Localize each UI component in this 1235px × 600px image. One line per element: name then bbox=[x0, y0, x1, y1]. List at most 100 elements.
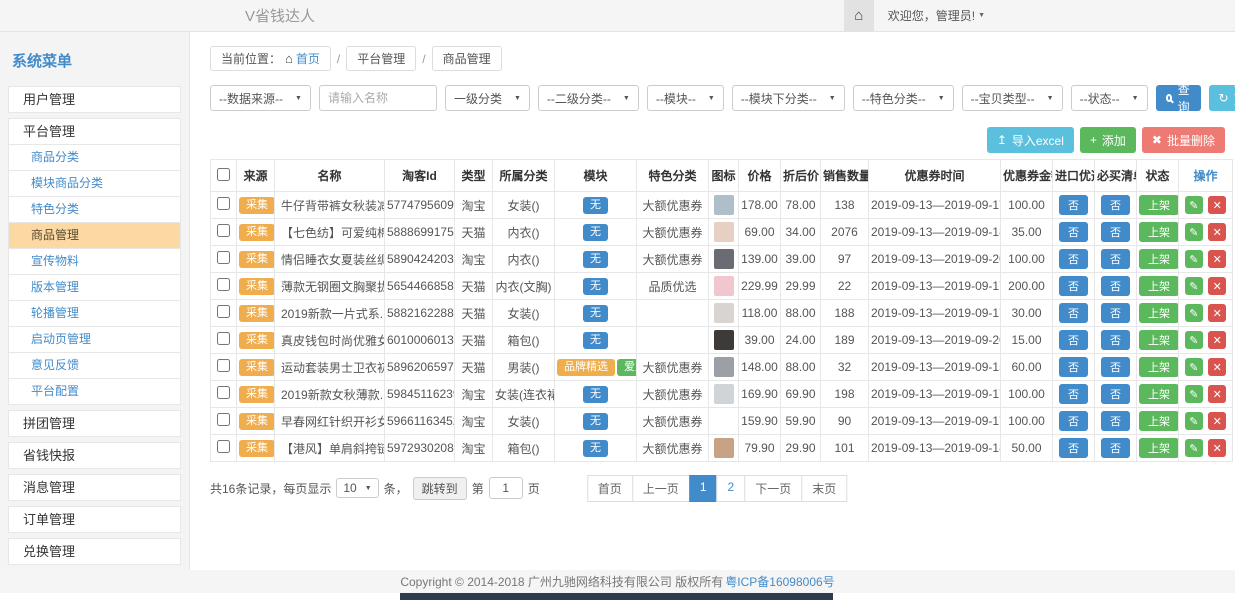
per-page-select[interactable]: 10 ▼ bbox=[336, 478, 378, 498]
delete-button[interactable]: ✕ bbox=[1208, 223, 1226, 241]
sidebar-item[interactable]: 订单管理 bbox=[8, 506, 181, 533]
jump-button[interactable]: 跳转到 bbox=[413, 477, 467, 500]
sidebar-item[interactable]: 消息管理 bbox=[8, 474, 181, 501]
row-checkbox[interactable] bbox=[217, 278, 230, 291]
import-select-toggle[interactable]: 否 bbox=[1059, 249, 1088, 269]
status-button[interactable]: 上架 bbox=[1139, 438, 1179, 458]
status-button[interactable]: 上架 bbox=[1139, 195, 1179, 215]
import-select-toggle[interactable]: 否 bbox=[1059, 330, 1088, 350]
row-checkbox[interactable] bbox=[217, 251, 230, 264]
must-buy-toggle[interactable]: 否 bbox=[1101, 276, 1130, 296]
user-menu[interactable]: 欢迎您，管理员! ▼ bbox=[888, 7, 985, 24]
pagination-item[interactable]: 下一页 bbox=[744, 475, 802, 502]
pagination-item[interactable]: 末页 bbox=[801, 475, 847, 502]
sidebar-item[interactable]: 省钱快报 bbox=[8, 442, 181, 469]
sidebar-item[interactable]: 拼团管理 bbox=[8, 410, 181, 437]
delete-button[interactable]: ✕ bbox=[1208, 331, 1226, 349]
add-button[interactable]: + 添加 bbox=[1080, 127, 1136, 153]
home-button[interactable]: ⌂ bbox=[844, 0, 874, 31]
edit-button[interactable]: ✎ bbox=[1185, 412, 1203, 430]
filter-select[interactable]: --模块下分类-- ▼ bbox=[732, 85, 845, 111]
import-select-toggle[interactable]: 否 bbox=[1059, 222, 1088, 242]
sidebar-item[interactable]: 特色分类 bbox=[8, 196, 181, 223]
row-checkbox[interactable] bbox=[217, 305, 230, 318]
status-button[interactable]: 上架 bbox=[1139, 411, 1179, 431]
must-buy-toggle[interactable]: 否 bbox=[1101, 411, 1130, 431]
import-select-toggle[interactable]: 否 bbox=[1059, 384, 1088, 404]
batch-delete-button[interactable]: ✖ 批量删除 bbox=[1142, 127, 1225, 153]
delete-button[interactable]: ✕ bbox=[1208, 385, 1226, 403]
sidebar-item[interactable]: 启动页管理 bbox=[8, 326, 181, 353]
import-select-toggle[interactable]: 否 bbox=[1059, 438, 1088, 458]
delete-button[interactable]: ✕ bbox=[1208, 304, 1226, 322]
sidebar-item[interactable]: 用户管理 bbox=[8, 86, 181, 113]
icp-link[interactable]: 粤ICP备16098006号 bbox=[725, 573, 834, 590]
status-button[interactable]: 上架 bbox=[1139, 276, 1179, 296]
must-buy-toggle[interactable]: 否 bbox=[1101, 438, 1130, 458]
row-checkbox[interactable] bbox=[217, 359, 230, 372]
import-select-toggle[interactable]: 否 bbox=[1059, 195, 1088, 215]
import-excel-button[interactable]: ↥ 导入excel bbox=[987, 127, 1074, 153]
filter-select[interactable]: 一级分类 ▼ bbox=[445, 85, 530, 111]
edit-button[interactable]: ✎ bbox=[1185, 223, 1203, 241]
must-buy-toggle[interactable]: 否 bbox=[1101, 249, 1130, 269]
pagination-item[interactable]: 首页 bbox=[587, 475, 633, 502]
delete-button[interactable]: ✕ bbox=[1208, 439, 1226, 457]
import-select-toggle[interactable]: 否 bbox=[1059, 303, 1088, 323]
must-buy-toggle[interactable]: 否 bbox=[1101, 357, 1130, 377]
filter-select[interactable]: --特色分类-- ▼ bbox=[853, 85, 954, 111]
import-select-toggle[interactable]: 否 bbox=[1059, 276, 1088, 296]
edit-button[interactable]: ✎ bbox=[1185, 196, 1203, 214]
import-select-toggle[interactable]: 否 bbox=[1059, 357, 1088, 377]
sidebar-item[interactable]: 平台配置 bbox=[8, 378, 181, 405]
page-number-input[interactable] bbox=[489, 477, 523, 499]
row-checkbox[interactable] bbox=[217, 413, 230, 426]
status-button[interactable]: 上架 bbox=[1139, 249, 1179, 269]
filter-select[interactable]: --宝贝类型-- ▼ bbox=[962, 85, 1063, 111]
name-search-input[interactable] bbox=[319, 85, 437, 111]
pagination-item[interactable]: 1 bbox=[689, 475, 718, 502]
edit-button[interactable]: ✎ bbox=[1185, 250, 1203, 268]
delete-button[interactable]: ✕ bbox=[1208, 250, 1226, 268]
sidebar-item[interactable]: 商品分类 bbox=[8, 144, 181, 171]
select-all-checkbox[interactable] bbox=[217, 168, 230, 181]
edit-button[interactable]: ✎ bbox=[1185, 439, 1203, 457]
row-checkbox[interactable] bbox=[217, 224, 230, 237]
status-button[interactable]: 上架 bbox=[1139, 222, 1179, 242]
sidebar-item[interactable]: 平台管理 bbox=[8, 118, 181, 145]
search-button[interactable]: 查询 bbox=[1156, 85, 1201, 111]
status-button[interactable]: 上架 bbox=[1139, 357, 1179, 377]
edit-button[interactable]: ✎ bbox=[1185, 331, 1203, 349]
status-button[interactable]: 上架 bbox=[1139, 330, 1179, 350]
edit-button[interactable]: ✎ bbox=[1185, 277, 1203, 295]
sidebar-item[interactable]: 版本管理 bbox=[8, 274, 181, 301]
delete-button[interactable]: ✕ bbox=[1208, 277, 1226, 295]
reset-button[interactable]: ↻ 重置 bbox=[1209, 85, 1235, 111]
sidebar-item[interactable]: 商品管理 bbox=[8, 222, 181, 249]
data-source-select[interactable]: --数据来源-- ▼ bbox=[210, 85, 311, 111]
must-buy-toggle[interactable]: 否 bbox=[1101, 303, 1130, 323]
must-buy-toggle[interactable]: 否 bbox=[1101, 384, 1130, 404]
home-link[interactable]: ⌂ 首页 bbox=[285, 50, 320, 67]
row-checkbox[interactable] bbox=[217, 197, 230, 210]
row-checkbox[interactable] bbox=[217, 440, 230, 453]
filter-select[interactable]: --二级分类-- ▼ bbox=[538, 85, 639, 111]
pagination-item[interactable]: 2 bbox=[717, 475, 746, 502]
must-buy-toggle[interactable]: 否 bbox=[1101, 195, 1130, 215]
filter-select[interactable]: --状态-- ▼ bbox=[1071, 85, 1148, 111]
edit-button[interactable]: ✎ bbox=[1185, 385, 1203, 403]
status-button[interactable]: 上架 bbox=[1139, 303, 1179, 323]
sidebar-item[interactable]: 兑换管理 bbox=[8, 538, 181, 565]
sidebar-item[interactable]: 轮播管理 bbox=[8, 300, 181, 327]
row-checkbox[interactable] bbox=[217, 386, 230, 399]
must-buy-toggle[interactable]: 否 bbox=[1101, 222, 1130, 242]
sidebar-item[interactable]: 宣传物料 bbox=[8, 248, 181, 275]
edit-button[interactable]: ✎ bbox=[1185, 358, 1203, 376]
delete-button[interactable]: ✕ bbox=[1208, 412, 1226, 430]
status-button[interactable]: 上架 bbox=[1139, 384, 1179, 404]
edit-button[interactable]: ✎ bbox=[1185, 304, 1203, 322]
delete-button[interactable]: ✕ bbox=[1208, 196, 1226, 214]
sidebar-item[interactable]: 模块商品分类 bbox=[8, 170, 181, 197]
sidebar-item[interactable]: 意见反馈 bbox=[8, 352, 181, 379]
pagination-item[interactable]: 上一页 bbox=[632, 475, 690, 502]
